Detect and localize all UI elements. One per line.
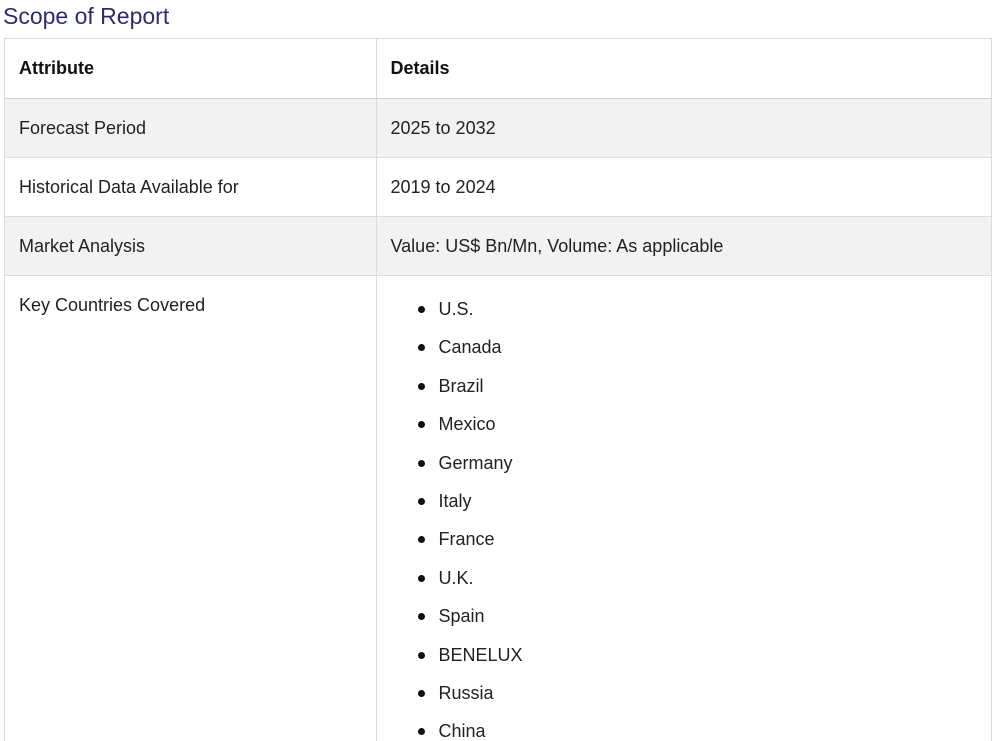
list-item: Spain (417, 603, 978, 641)
cell-details: Value: US$ Bn/Mn, Volume: As applicable (375, 216, 991, 276)
country-label: U.S. (438, 299, 474, 319)
bullet-icon (417, 613, 425, 621)
cell-attribute: Forecast Period (5, 98, 376, 158)
list-item: Mexico (417, 411, 978, 449)
bullet-icon (417, 421, 425, 429)
table-row-forecast-period: Forecast Period 2025 to 2032 (5, 98, 991, 158)
country-label: Germany (438, 452, 513, 473)
list-item: France (417, 526, 978, 564)
bullet-icon (417, 382, 425, 390)
header-details: Details (375, 39, 991, 99)
country-label: U.K. (438, 567, 474, 588)
bullet-icon (417, 306, 425, 313)
bullet-icon (417, 536, 425, 544)
cell-attribute: Historical Data Available for (5, 157, 376, 217)
header-attribute: Attribute (5, 39, 376, 99)
cell-details: 2019 to 2024 (375, 157, 991, 217)
list-item: Russia (417, 680, 978, 718)
list-item: Germany (417, 450, 978, 488)
country-label: Brazil (438, 375, 484, 396)
cell-country-list: U.S. Canada Brazil Mexico Germany Italy France… (375, 275, 991, 741)
country-label: Mexico (438, 414, 496, 435)
bullet-icon (417, 344, 425, 352)
bullet-icon (417, 689, 425, 697)
bullet-icon (417, 497, 425, 505)
country-list: U.S. Canada Brazil Mexico Germany Italy France… (391, 296, 978, 741)
cell-attribute: Market Analysis (5, 216, 376, 276)
country-label: Italy (438, 490, 472, 511)
list-item: U.K. (417, 565, 978, 603)
list-item: U.S. (417, 296, 978, 334)
country-label: Russia (438, 682, 494, 703)
country-label: BENELUX (438, 644, 523, 665)
table-row-market-analysis: Market Analysis Value: US$ Bn/Mn, Volume… (5, 216, 991, 276)
list-item: China (417, 718, 978, 741)
list-item: Brazil (417, 373, 978, 411)
scope-table: Attribute Details Forecast Period 2025 t… (4, 38, 992, 741)
list-item: Italy (417, 488, 978, 526)
cell-details: 2025 to 2032 (375, 98, 991, 158)
table-row-historical-data: Historical Data Available for 2019 to 20… (5, 157, 991, 217)
country-label: Spain (438, 606, 485, 627)
country-label: France (438, 529, 495, 550)
list-item: Canada (417, 334, 978, 372)
page-title: Scope of Report (3, 3, 170, 29)
table-header-row: Attribute Details (5, 39, 991, 99)
cell-attribute: Key Countries Covered (5, 275, 376, 741)
bullet-icon (417, 728, 425, 736)
country-label: Canada (438, 337, 502, 358)
bullet-icon (417, 574, 425, 582)
bullet-icon (417, 459, 425, 467)
table-row-key-countries: Key Countries Covered U.S. Canada Brazil Me… (5, 275, 991, 741)
bullet-icon (417, 651, 425, 659)
country-label: China (438, 721, 486, 741)
list-item: BENELUX (417, 642, 978, 680)
